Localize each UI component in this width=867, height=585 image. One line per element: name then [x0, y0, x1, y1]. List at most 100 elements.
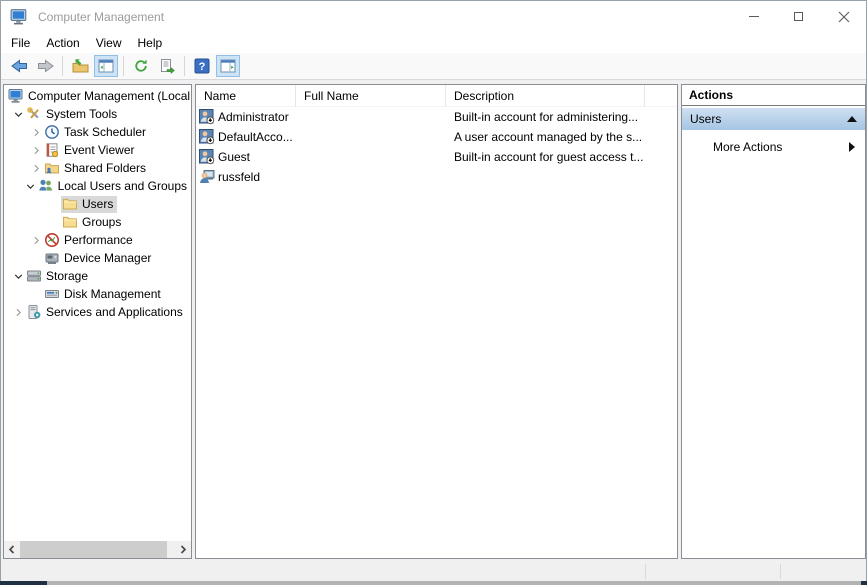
tree-item-shared-folders[interactable]: Shared Folders	[4, 159, 191, 177]
tree-item-label: Services and Applications	[46, 305, 183, 319]
maximize-button[interactable]	[776, 1, 821, 32]
more-actions-label: More Actions	[713, 140, 782, 154]
folder-up-arrow-icon	[72, 58, 89, 74]
chevron-right-icon[interactable]	[30, 126, 43, 139]
forward-arrow-icon	[36, 58, 55, 74]
tree-item-services-and-applications[interactable]: Services and Applications	[4, 303, 191, 321]
tree-item-users[interactable]: Users	[4, 195, 191, 213]
tree-item-label: Disk Management	[64, 287, 161, 301]
scroll-right-arrow[interactable]	[175, 541, 191, 558]
tree-horizontal-scrollbar[interactable]	[4, 541, 191, 558]
back-arrow-icon	[10, 58, 29, 74]
tree-item-label: Device Manager	[64, 251, 151, 265]
console-tree: Computer Management (Local System Tools Ta…	[4, 85, 191, 321]
console-tree-icon	[98, 58, 114, 74]
user-disabled-icon	[199, 149, 215, 165]
user-disabled-icon	[199, 109, 215, 125]
device-manager-icon	[44, 250, 60, 266]
column-header-filler	[645, 85, 677, 107]
tree-item-performance[interactable]: Performance	[4, 231, 191, 249]
forward-button[interactable]	[33, 55, 57, 77]
user-disabled-icon	[199, 129, 215, 145]
minimize-button[interactable]	[731, 1, 776, 32]
more-actions-item[interactable]: More Actions	[682, 137, 865, 156]
user-row-guest[interactable]: GuestBuilt-in account for guest access t…	[196, 147, 677, 167]
submenu-arrow-icon	[849, 142, 855, 152]
column-header-full-name[interactable]: Full Name	[296, 85, 446, 107]
menu-file[interactable]: File	[3, 33, 38, 53]
actions-group-users[interactable]: Users	[682, 108, 865, 130]
menu-help[interactable]: Help	[130, 33, 171, 53]
performance-icon	[44, 232, 60, 248]
tree-item-groups[interactable]: Groups	[4, 213, 191, 231]
scroll-thumb[interactable]	[20, 541, 167, 558]
console-tree-pane: Computer Management (Local System Tools Ta…	[3, 84, 192, 559]
back-button[interactable]	[7, 55, 31, 77]
tree-item-task-scheduler[interactable]: Task Scheduler	[4, 123, 191, 141]
computer-management-app-icon	[9, 8, 29, 26]
actions-group-label: Users	[690, 112, 721, 126]
tree-item-label: Storage	[46, 269, 88, 283]
refresh-icon	[133, 58, 149, 74]
taskbar-edge-left	[0, 581, 47, 585]
toolbar-separator	[184, 56, 185, 76]
user-name: DefaultAcco...	[218, 130, 293, 144]
chevron-right-icon[interactable]	[30, 234, 43, 247]
users-groups-icon	[38, 178, 54, 194]
computer-management-window: Computer Management FileActionViewHelp ?	[0, 0, 867, 581]
disk-management-icon	[44, 286, 60, 302]
tree-item-storage[interactable]: Storage	[4, 267, 191, 285]
computer-icon	[8, 88, 24, 104]
help-icon: ?	[194, 58, 210, 74]
taskbar-edge	[0, 581, 867, 585]
taskbar-edge-right	[861, 581, 867, 585]
export-list-button[interactable]	[155, 55, 179, 77]
user-row-defaultacco[interactable]: DefaultAcco... A user account managed by …	[196, 127, 677, 147]
scroll-left-arrow[interactable]	[4, 541, 20, 558]
chevron-right-icon[interactable]	[30, 144, 43, 157]
show-console-tree-button[interactable]	[94, 55, 118, 77]
menu-bar: FileActionViewHelp	[1, 32, 866, 53]
tree-item-event-viewer[interactable]: Event Viewer	[4, 141, 191, 159]
menu-view[interactable]: View	[88, 33, 130, 53]
collapse-arrow-icon[interactable]	[847, 116, 857, 122]
chevron-right-icon[interactable]	[30, 162, 43, 175]
tree-item-label: System Tools	[46, 107, 117, 121]
screen: Computer Management FileActionViewHelp ?	[0, 0, 867, 585]
up-one-level-button[interactable]	[68, 55, 92, 77]
help-button[interactable]: ?	[190, 55, 214, 77]
show-action-pane-button[interactable]	[216, 55, 240, 77]
chevron-down-icon[interactable]	[12, 108, 25, 121]
user-name: Guest	[218, 150, 250, 164]
user-row-administrator[interactable]: AdministratorBuilt-in account for admini…	[196, 107, 677, 127]
task-scheduler-icon	[44, 124, 60, 140]
title-bar: Computer Management	[1, 1, 866, 32]
svg-text:?: ?	[199, 61, 206, 73]
refresh-button[interactable]	[129, 55, 153, 77]
users-list-pane: NameFull NameDescription AdministratorBu…	[195, 84, 678, 559]
user-description: A user account managed by the s...	[446, 130, 645, 144]
storage-icon	[26, 268, 42, 284]
tree-item-system-tools[interactable]: System Tools	[4, 105, 191, 123]
window-title: Computer Management	[38, 10, 164, 24]
minimize-icon	[749, 16, 759, 17]
toolbar-separator	[62, 56, 63, 76]
tree-item-computer-management-local[interactable]: Computer Management (Local	[4, 87, 191, 105]
column-header-description[interactable]: Description	[446, 85, 645, 107]
chevron-down-icon[interactable]	[24, 180, 37, 193]
column-header-name[interactable]: Name	[196, 85, 296, 107]
toolbar-separator	[123, 56, 124, 76]
window-controls	[731, 1, 866, 32]
menu-action[interactable]: Action	[38, 33, 87, 53]
tree-item-label: Computer Management (Local	[28, 89, 190, 103]
tree-item-local-users-and-groups[interactable]: Local Users and Groups	[4, 177, 191, 195]
users-list: AdministratorBuilt-in account for admini…	[196, 107, 677, 187]
tree-item-disk-management[interactable]: Disk Management	[4, 285, 191, 303]
user-row-russfeld[interactable]: russfeld	[196, 167, 677, 187]
shared-folders-icon	[44, 160, 60, 176]
chevron-down-icon[interactable]	[12, 270, 25, 283]
tree-item-device-manager[interactable]: Device Manager	[4, 249, 191, 267]
close-button[interactable]	[821, 1, 866, 32]
chevron-right-icon[interactable]	[12, 306, 25, 319]
close-icon	[838, 11, 850, 23]
